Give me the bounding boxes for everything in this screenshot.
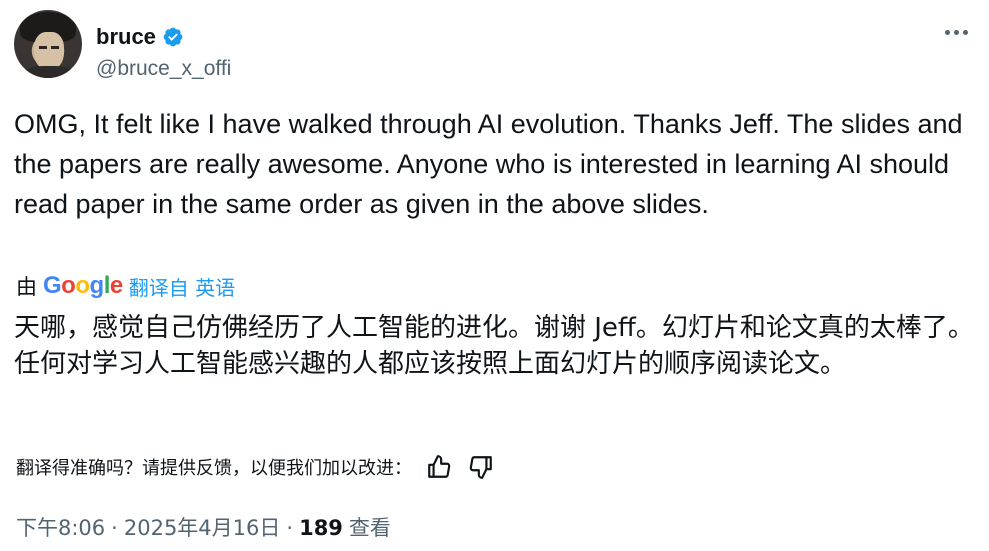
views-label: 查看: [348, 516, 391, 540]
tweet-meta: 下午8:06 · 2025年4月16日 · 189 查看: [16, 512, 391, 542]
google-logo: Google: [43, 272, 123, 299]
meta-separator: ·: [111, 516, 118, 540]
tweet-header: bruce @bruce_x_offi: [14, 10, 975, 80]
tweet-date[interactable]: 2025年4月16日: [124, 512, 281, 542]
translated-from-link[interactable]: 翻译自 英语: [129, 272, 235, 301]
avatar[interactable]: [14, 10, 82, 78]
tweet-time[interactable]: 下午8:06: [16, 512, 105, 542]
by-label: 由: [16, 275, 37, 299]
name-row: bruce: [96, 24, 184, 50]
more-options-icon[interactable]: [941, 22, 971, 42]
tweet-text: OMG, It felt like I have walked through …: [14, 109, 963, 219]
meta-separator: ·: [286, 516, 294, 540]
thumbs-up-icon[interactable]: [424, 452, 454, 482]
feedback-prompt: 翻译得准确吗？请提供反馈，以便我们加以改进：: [16, 458, 412, 479]
views-count: 189: [299, 516, 343, 540]
handle[interactable]: @bruce_x_offi: [96, 57, 231, 81]
translation-feedback: 翻译得准确吗？请提供反馈，以便我们加以改进：: [16, 452, 496, 482]
translation-attribution: 由 Google 翻译自 英语: [16, 271, 235, 301]
verified-badge-icon: [163, 27, 183, 47]
translated-text: 天哪，感觉自己仿佛经历了人工智能的进化。谢谢 Jeff。幻灯片和论文真的太棒了。…: [14, 313, 974, 379]
display-name[interactable]: bruce: [96, 24, 156, 50]
thumbs-down-icon[interactable]: [466, 452, 496, 482]
